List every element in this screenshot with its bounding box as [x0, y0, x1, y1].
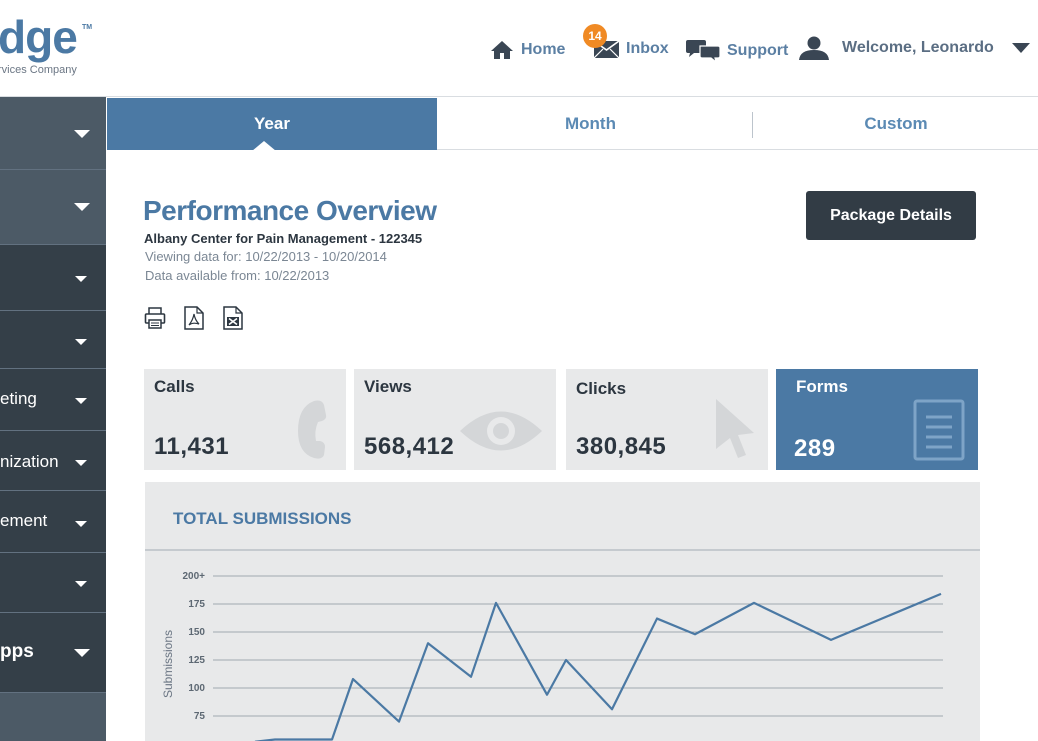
stat-card-forms[interactable]: Forms 289	[776, 369, 978, 470]
y-tick-label: 175	[188, 599, 205, 610]
tab-month-label: Month	[565, 114, 616, 133]
user-icon	[799, 36, 829, 60]
tab-month[interactable]: Month	[437, 98, 744, 150]
sidebar-item-2[interactable]	[0, 170, 106, 245]
stat-label: Calls	[154, 377, 195, 396]
brand-trademark: TM	[82, 24, 93, 31]
stat-card-views[interactable]: Views 568,412	[354, 369, 556, 470]
nav-inbox-label: Inbox	[626, 40, 669, 57]
chevron-down-icon	[74, 203, 90, 211]
pdf-icon[interactable]	[183, 306, 205, 330]
chevron-down-icon	[74, 130, 90, 138]
sidebar-item-label: nization	[0, 452, 59, 471]
tab-custom[interactable]: Custom	[754, 98, 1038, 150]
sidebar-item-4[interactable]	[0, 311, 106, 369]
user-menu[interactable]: Welcome, Leonardo	[798, 36, 1030, 60]
sidebar-item-8[interactable]	[0, 553, 106, 613]
welcome-text: Welcome, Leonardo	[842, 39, 994, 56]
sidebar-item-6[interactable]: nization	[0, 431, 106, 491]
chevron-down-icon	[75, 398, 87, 404]
y-tick-label: 75	[194, 711, 206, 722]
phone-icon	[298, 400, 327, 459]
stat-value: 380,845	[576, 433, 667, 460]
stat-label: Clicks	[576, 379, 627, 398]
tab-year-label: Year	[254, 114, 290, 133]
y-tick-label: 150	[188, 627, 205, 638]
stat-label: Forms	[796, 377, 848, 396]
active-tab-caret	[252, 141, 276, 151]
sidebar-item-label: eting	[0, 389, 37, 408]
print-icon[interactable]	[144, 306, 166, 330]
data-available: Data available from: 10/22/2013	[145, 268, 330, 283]
brand-logo[interactable]: dge	[0, 10, 78, 64]
top-header: dge TM rvices Company Home Inbox 14 Supp…	[0, 0, 1038, 97]
total-submissions-panel: TOTAL SUBMISSIONS 75 100 125 150 175 200+ Subm…	[145, 482, 980, 741]
form-icon	[913, 399, 965, 461]
y-axis-label: Submissions	[161, 630, 175, 698]
nav-support-label: Support	[727, 42, 789, 59]
chevron-down-icon	[75, 339, 87, 345]
viewing-range: Viewing data for: 10/22/2013 - 10/20/201…	[145, 249, 387, 264]
sidebar-item-apps[interactable]: pps	[0, 613, 106, 693]
stat-value: 568,412	[364, 433, 455, 460]
chevron-down-icon	[75, 581, 87, 587]
sidebar-item-7[interactable]: ement	[0, 491, 106, 553]
nav-support[interactable]: Support	[686, 40, 788, 62]
submissions-line-chart: 75 100 125 150 175 200+ Submissions	[161, 571, 943, 741]
stat-value: 11,431	[154, 433, 230, 460]
y-tick-label: 100	[188, 683, 205, 694]
chevron-down-icon	[75, 276, 87, 282]
sidebar: eting nization ement pps	[0, 97, 106, 741]
page-title: Performance Overview	[143, 195, 437, 226]
excel-icon[interactable]	[222, 306, 244, 330]
package-details-button[interactable]: Package Details	[806, 191, 976, 240]
nav-inbox[interactable]: Inbox	[594, 40, 669, 58]
sidebar-item-label: pps	[0, 641, 34, 662]
sidebar-footer	[0, 693, 106, 741]
tab-year[interactable]: Year	[107, 98, 437, 151]
nav-home[interactable]: Home	[490, 40, 565, 60]
y-tick-label: 125	[188, 655, 205, 666]
sidebar-item-label: ement	[0, 511, 48, 530]
cursor-icon	[716, 399, 754, 458]
stat-label: Views	[364, 377, 412, 396]
brand-tagline: rvices Company	[0, 64, 77, 76]
submissions-series-line	[254, 592, 942, 741]
inbox-count-badge: 14	[583, 24, 607, 48]
chevron-down-icon	[74, 649, 90, 657]
stat-card-clicks[interactable]: Clicks 380,845	[566, 369, 768, 470]
date-range-tabs: Year Month Custom	[107, 98, 1038, 151]
eye-icon	[460, 411, 542, 451]
stat-card-calls[interactable]: Calls 11,431	[144, 369, 346, 470]
chevron-down-icon	[75, 460, 87, 466]
stat-value: 289	[794, 435, 836, 462]
tab-divider	[752, 112, 753, 138]
y-tick-label: 200+	[182, 571, 205, 582]
nav-home-label: Home	[521, 41, 566, 58]
chat-bubbles-icon	[686, 40, 720, 62]
chevron-down-icon	[75, 521, 87, 527]
tab-custom-label: Custom	[864, 114, 928, 133]
sidebar-item-3[interactable]	[0, 245, 106, 311]
practice-name: Albany Center for Pain Management - 1223…	[144, 231, 423, 246]
sidebar-item-1[interactable]	[0, 97, 106, 170]
home-icon	[491, 41, 513, 59]
sidebar-item-5[interactable]: eting	[0, 369, 106, 431]
chevron-down-icon	[1011, 43, 1030, 53]
